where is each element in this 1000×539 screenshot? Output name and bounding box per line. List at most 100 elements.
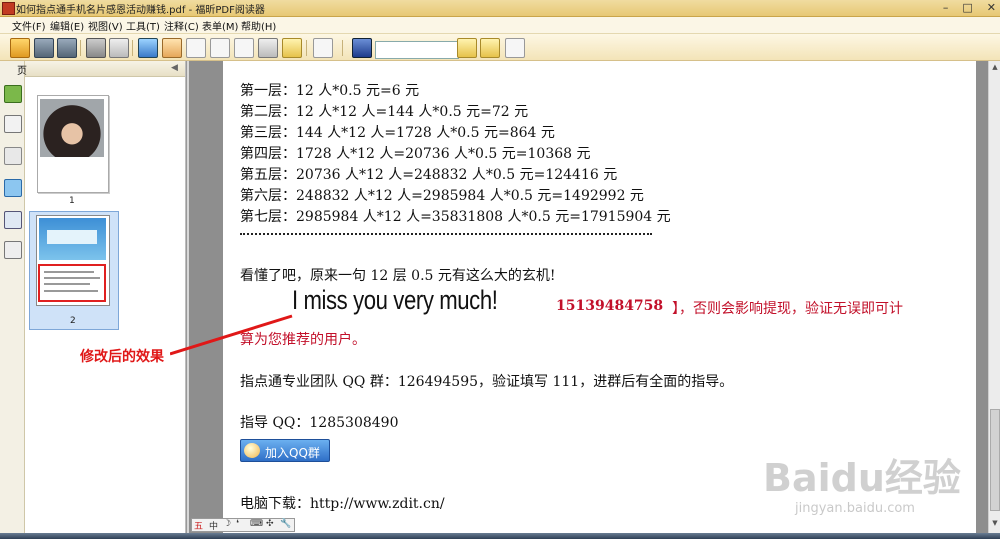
- download-line: 电脑下载：http://www.zdit.cn/: [240, 496, 445, 512]
- ime-keyboard-icon[interactable]: ⌨: [250, 519, 263, 529]
- panel-title: 页: [17, 66, 27, 77]
- pen-tool-icon[interactable]: [313, 38, 333, 58]
- thumbnail-panel: 页 ◀ 1 2: [17, 61, 186, 533]
- pages-icon[interactable]: [4, 115, 22, 133]
- baidu-watermark: Baidu经验 jingyan.baidu.com: [745, 425, 975, 533]
- ime-mode-icon[interactable]: 五: [194, 519, 203, 532]
- window-title: 如何指点通手机名片感恩活动赚钱.pdf - 福昕PDF阅读器: [16, 5, 265, 16]
- page-thumbnail-1[interactable]: [37, 95, 109, 193]
- search-input[interactable]: [375, 41, 459, 59]
- collapse-arrow-icon[interactable]: ◀: [171, 63, 178, 73]
- comments-icon[interactable]: [4, 179, 22, 197]
- layer-line-4: 第四层：1728 人*12 人=20736 人*0.5 元=10368 元: [240, 146, 591, 162]
- os-taskbar: [0, 533, 1000, 539]
- scroll-down-icon[interactable]: ▼: [990, 519, 1000, 529]
- photo-thumbnail: [40, 99, 104, 157]
- ime-chinese-toggle[interactable]: 中: [209, 519, 218, 532]
- camera-icon[interactable]: [258, 38, 278, 58]
- annotation-arrow: [170, 314, 293, 356]
- document-background-left: [189, 61, 223, 533]
- menu-bar: 文件(F) 编辑(E) 视图(V) 工具(T) 注释(C) 表单(M) 帮助(H…: [0, 17, 1000, 34]
- ime-settings-icon[interactable]: 🔧: [280, 519, 291, 529]
- handwritten-text: I miss you very much!: [292, 285, 498, 315]
- qq-penguin-icon: [244, 443, 260, 458]
- dotted-divider: [240, 233, 652, 235]
- join-qq-group-button[interactable]: 加入QQ群: [240, 439, 330, 462]
- save-icon[interactable]: [34, 38, 54, 58]
- menu-comment[interactable]: 注释(C): [164, 18, 199, 33]
- watermark-url: jingyan.baidu.com: [795, 501, 915, 516]
- attachments-icon[interactable]: [4, 211, 22, 229]
- layer-line-7: 第七层：2985984 人*12 人=35831808 人*0.5 元=1791…: [240, 209, 671, 225]
- rmb-icon[interactable]: [282, 38, 302, 58]
- toolbar-separator: [80, 40, 81, 56]
- scroll-up-icon[interactable]: ▲: [990, 63, 1000, 73]
- toolbar-separator: [132, 40, 133, 56]
- toolbar-separator: [342, 40, 343, 56]
- ime-punctuation-icon[interactable]: ❛: [236, 519, 239, 529]
- thumbnail-text-line: [44, 271, 94, 273]
- scrollbar-thumb[interactable]: [990, 409, 1000, 511]
- select-cursor-icon[interactable]: [210, 38, 230, 58]
- layer-line-6: 第六层：248832 人*12 人=2985984 人*0.5 元=149299…: [240, 188, 644, 204]
- layer-line-3: 第三层：144 人*12 人=1728 人*0.5 元=864 元: [240, 125, 555, 141]
- menu-tools[interactable]: 工具(T): [126, 18, 160, 33]
- qq-guide-line: 指导 QQ：1285308490: [240, 415, 399, 431]
- page-number-1: 1: [69, 196, 75, 206]
- panel-header: 页 ◀: [17, 61, 185, 77]
- layers-icon[interactable]: [4, 147, 22, 165]
- phone-note: 】，否则会影响提现，验证无误即可计: [672, 301, 903, 317]
- watermark-brand: Baidu经验: [763, 456, 961, 500]
- thumbnail-text-line: [44, 277, 100, 279]
- window-controls: – □ ✕: [943, 0, 996, 16]
- select-text-icon[interactable]: [234, 38, 254, 58]
- find-binoculars-icon[interactable]: [352, 38, 372, 58]
- menu-help[interactable]: 帮助(H): [241, 18, 276, 33]
- summary-line: 看懂了吧，原来一句 12 层 0.5 元有这么大的玄机!: [240, 268, 556, 284]
- app-icon: [2, 2, 15, 15]
- close-button[interactable]: ✕: [987, 1, 996, 15]
- find-previous-icon[interactable]: [457, 38, 477, 58]
- ime-moon-icon[interactable]: ☽: [223, 519, 231, 529]
- page-thumbnail-2-selected[interactable]: 2: [29, 211, 119, 330]
- toolbar-separator: [306, 40, 307, 56]
- menu-file[interactable]: 文件(F): [12, 18, 46, 33]
- vertical-scrollbar[interactable]: ▲ ▼: [988, 61, 1000, 533]
- maximize-button[interactable]: □: [962, 1, 972, 15]
- minimize-button[interactable]: –: [943, 1, 949, 15]
- qq-group-line: 指点通专业团队 QQ 群：126494595，验证填写 111，进群后有全面的指…: [240, 374, 734, 390]
- fullscreen-icon[interactable]: [138, 38, 158, 58]
- page-number-2: 2: [70, 316, 76, 326]
- thumbnail-text-line: [44, 290, 98, 292]
- find-next-icon[interactable]: [480, 38, 500, 58]
- print-icon[interactable]: [86, 38, 106, 58]
- phone-number: 15139484758: [556, 298, 664, 314]
- document-background-right: [976, 61, 988, 533]
- open-folder-icon[interactable]: [10, 38, 30, 58]
- ime-symbols-icon[interactable]: ✣: [266, 519, 274, 529]
- page-thumbnail-2: [36, 215, 110, 306]
- bookmarks-icon[interactable]: [4, 85, 22, 103]
- layer-line-5: 第五层：20736 人*12 人=248832 人*0.5 元=124416 元: [240, 167, 618, 183]
- document-options-icon[interactable]: [505, 38, 525, 58]
- annotation-label: 修改后的效果: [80, 349, 164, 365]
- snapshot-icon[interactable]: [186, 38, 206, 58]
- save-as-icon[interactable]: [57, 38, 77, 58]
- layer-line-2: 第二层：12 人*12 人=144 人*0.5 元=72 元: [240, 104, 529, 120]
- layer-line-1: 第一层：12 人*0.5 元=6 元: [240, 83, 420, 99]
- email-icon[interactable]: [109, 38, 129, 58]
- menu-form[interactable]: 表单(M): [202, 18, 238, 33]
- thumbnail-highlight-box: [38, 264, 106, 302]
- annotation-arrow-line: [170, 314, 293, 356]
- menu-view[interactable]: 视图(V): [88, 18, 123, 33]
- signatures-icon[interactable]: [4, 241, 22, 259]
- toolbar: [0, 34, 1000, 61]
- menu-edit[interactable]: 编辑(E): [50, 18, 84, 33]
- hand-tool-icon[interactable]: [162, 38, 182, 58]
- thumbnail-banner: [39, 218, 106, 260]
- join-qq-group-label: 加入QQ群: [265, 446, 320, 460]
- title-bar: 如何指点通手机名片感恩活动赚钱.pdf - 福昕PDF阅读器 – □ ✕: [0, 0, 1000, 17]
- navigation-strip: [0, 61, 25, 533]
- thumbnail-text-line: [44, 283, 90, 285]
- ime-toolbar: 五 中 ☽ ❛ ⌨ ✣ 🔧: [191, 518, 295, 532]
